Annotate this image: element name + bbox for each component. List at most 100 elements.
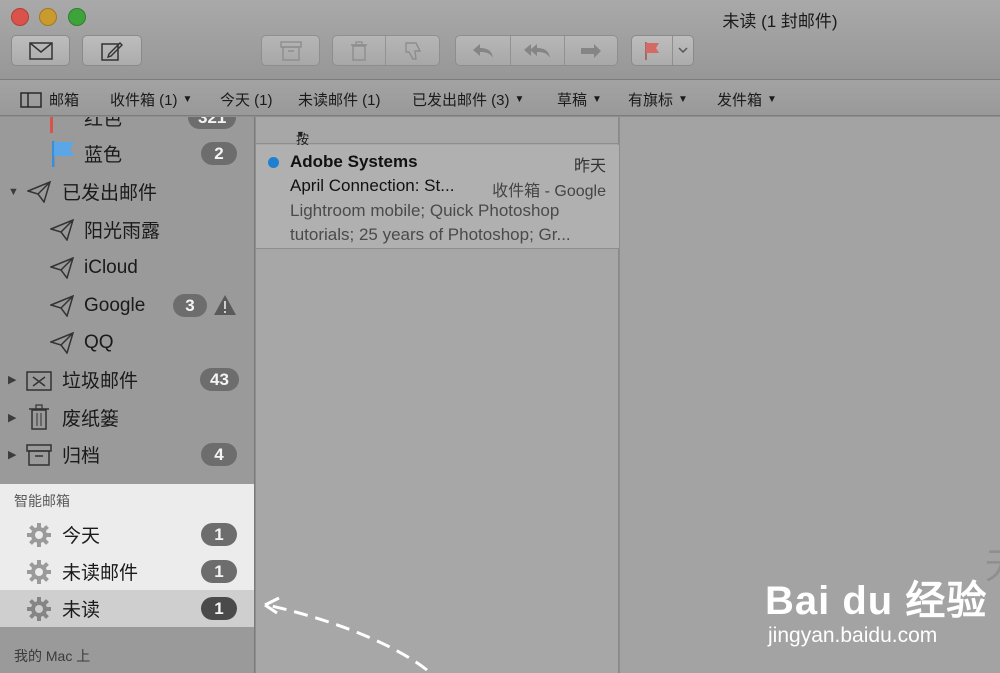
window-title: 未读 (1 封邮件) bbox=[722, 12, 838, 31]
flag-group bbox=[631, 35, 694, 66]
forward-button[interactable] bbox=[565, 36, 617, 65]
message-mailbox: 收件箱 - Google bbox=[492, 183, 606, 200]
sidebar-item-label: 垃圾邮件 bbox=[62, 371, 139, 392]
favorite-outbox[interactable]: 发件箱 ▼ bbox=[717, 89, 777, 110]
favorite-mailboxes-label: 邮箱 bbox=[49, 92, 80, 109]
sidebar-item-red[interactable]: 红色 321 bbox=[0, 117, 254, 136]
warning-icon[interactable] bbox=[213, 294, 237, 316]
minimize-window-button[interactable] bbox=[39, 8, 57, 26]
favorite-unread-mail-label: 未读邮件 (1) bbox=[298, 92, 381, 109]
smart-item-unread[interactable]: 未读 1 bbox=[0, 590, 254, 627]
annotation-arrow bbox=[264, 596, 428, 672]
reply-button[interactable] bbox=[456, 36, 512, 65]
archive-box-icon bbox=[26, 444, 52, 466]
gear-icon bbox=[26, 596, 52, 622]
favorite-sent[interactable]: 已发出邮件 (3) ▼ bbox=[412, 89, 524, 110]
sidebar-item-sent-qq[interactable]: QQ bbox=[0, 324, 254, 361]
sidebar-item-label: 未读邮件 bbox=[62, 563, 139, 584]
compose-button[interactable] bbox=[82, 35, 142, 66]
favorite-drafts-label: 草稿 bbox=[557, 92, 588, 109]
sidebar-item-label: 蓝色 bbox=[84, 145, 123, 166]
favorite-unread-mail[interactable]: 未读邮件 (1) bbox=[298, 89, 381, 110]
paper-plane-icon bbox=[27, 181, 51, 203]
get-mail-button[interactable] bbox=[11, 35, 70, 66]
smart-item-unread-mail[interactable]: 未读邮件 1 bbox=[0, 553, 254, 590]
archive-box-icon bbox=[279, 40, 302, 61]
disclosure-open-icon[interactable]: ▼ bbox=[8, 186, 19, 198]
sidebar-item-archive[interactable]: ▶ 归档 4 bbox=[0, 436, 254, 473]
sidebar-toggle-icon bbox=[20, 91, 42, 108]
baidu-watermark: Bai du 经验 jingyan.baidu.com bbox=[765, 568, 995, 658]
flag-dropdown-button[interactable] bbox=[673, 36, 693, 65]
count-badge: 43 bbox=[200, 368, 239, 391]
sidebar-item-label: 废纸篓 bbox=[62, 409, 120, 430]
message-preview-line: Lightroom mobile; Quick Photoshop bbox=[290, 201, 560, 220]
reply-forward-group bbox=[455, 35, 618, 66]
count-badge: 321 bbox=[188, 117, 237, 129]
reply-all-icon bbox=[524, 43, 551, 58]
compose-icon bbox=[101, 41, 123, 61]
flag-button[interactable] bbox=[632, 36, 673, 65]
gear-icon bbox=[26, 522, 52, 548]
favorite-inbox[interactable]: 收件箱 (1) ▼ bbox=[110, 89, 192, 110]
disclosure-closed-icon[interactable]: ▶ bbox=[8, 448, 16, 461]
chevron-down-icon bbox=[678, 47, 688, 54]
sidebar-item-sent-icloud[interactable]: iCloud bbox=[0, 249, 254, 286]
archive-button[interactable] bbox=[261, 35, 320, 66]
smart-item-today[interactable]: 今天 1 bbox=[0, 516, 254, 553]
reply-all-button[interactable] bbox=[511, 36, 565, 65]
disclosure-closed-icon[interactable]: ▶ bbox=[8, 373, 16, 386]
message-row[interactable]: Adobe Systems 昨天 April Connection: St...… bbox=[256, 145, 619, 249]
favorite-inbox-label: 收件箱 (1) bbox=[110, 92, 178, 109]
sidebar-item-label: iCloud bbox=[84, 256, 138, 278]
chevron-down-icon: ▼ bbox=[182, 94, 193, 105]
sidebar-item-junk[interactable]: ▶ 垃圾邮件 43 bbox=[0, 361, 254, 398]
chevron-down-icon: ▼ bbox=[767, 94, 777, 105]
junk-button[interactable] bbox=[386, 36, 439, 65]
trash-icon bbox=[28, 404, 50, 430]
smart-mailboxes-header[interactable]: 智能邮箱 bbox=[14, 491, 70, 511]
message-subject: April Connection: St... bbox=[290, 176, 455, 195]
envelope-icon bbox=[28, 41, 53, 60]
sidebar-item-label: QQ bbox=[84, 331, 114, 353]
sidebar-item-sent-google[interactable]: Google 3 bbox=[0, 287, 254, 324]
junk-box-icon bbox=[26, 369, 52, 391]
watermark-brand: Bai du 经验 bbox=[765, 579, 988, 623]
sort-bar[interactable]: 按日期排序 ▼ bbox=[256, 117, 619, 223]
chevron-down-icon: ▼ bbox=[514, 94, 525, 105]
favorite-outbox-label: 发件箱 bbox=[717, 92, 763, 109]
favorite-flagged-label: 有旗标 bbox=[628, 92, 674, 109]
delete-button[interactable] bbox=[333, 36, 387, 65]
paper-plane-icon bbox=[50, 257, 74, 279]
favorite-mailboxes[interactable]: 邮箱 bbox=[20, 89, 79, 110]
chevron-down-icon: ▼ bbox=[592, 94, 602, 105]
on-my-mac-header[interactable]: 我的 Mac 上 bbox=[14, 646, 90, 666]
sidebar-item-blue[interactable]: 蓝色 2 bbox=[0, 135, 254, 172]
sidebar-item-sent-account[interactable]: 阳光雨露 bbox=[0, 211, 254, 248]
paper-plane-icon bbox=[50, 332, 74, 354]
sidebar-item-sent[interactable]: ▼ 已发出邮件 bbox=[0, 173, 254, 210]
sidebar-item-label: Google bbox=[84, 294, 146, 316]
delete-junk-group bbox=[332, 35, 440, 66]
paper-plane-icon bbox=[50, 219, 74, 241]
sidebar-item-trash[interactable]: ▶ 废纸篓 bbox=[0, 399, 254, 436]
favorite-drafts[interactable]: 草稿 ▼ bbox=[557, 89, 602, 110]
favorite-flagged[interactable]: 有旗标 ▼ bbox=[628, 89, 688, 110]
zoom-window-button[interactable] bbox=[68, 8, 86, 26]
sidebar-item-label: 归档 bbox=[62, 446, 101, 467]
close-window-button[interactable] bbox=[11, 8, 29, 26]
paper-plane-icon bbox=[50, 295, 74, 317]
count-badge: 4 bbox=[201, 443, 237, 466]
count-badge: 1 bbox=[201, 560, 237, 583]
forward-icon bbox=[580, 43, 601, 58]
sidebar-item-label: 已发出邮件 bbox=[62, 183, 158, 204]
mailbox-sidebar[interactable]: 红色 321 蓝色 2 ▼ 已发出邮件 阳光雨露 iCloud Google 3… bbox=[0, 117, 255, 673]
unread-dot-icon bbox=[268, 157, 279, 168]
sidebar-item-label: 红色 bbox=[84, 117, 123, 130]
chevron-down-icon: ▼ bbox=[678, 94, 688, 105]
blue-flag-icon bbox=[50, 140, 76, 168]
red-flag-icon bbox=[645, 41, 659, 60]
favorite-today-label: 今天 (1) bbox=[220, 92, 273, 109]
favorite-today[interactable]: 今天 (1) bbox=[220, 89, 273, 110]
disclosure-closed-icon[interactable]: ▶ bbox=[8, 411, 16, 424]
